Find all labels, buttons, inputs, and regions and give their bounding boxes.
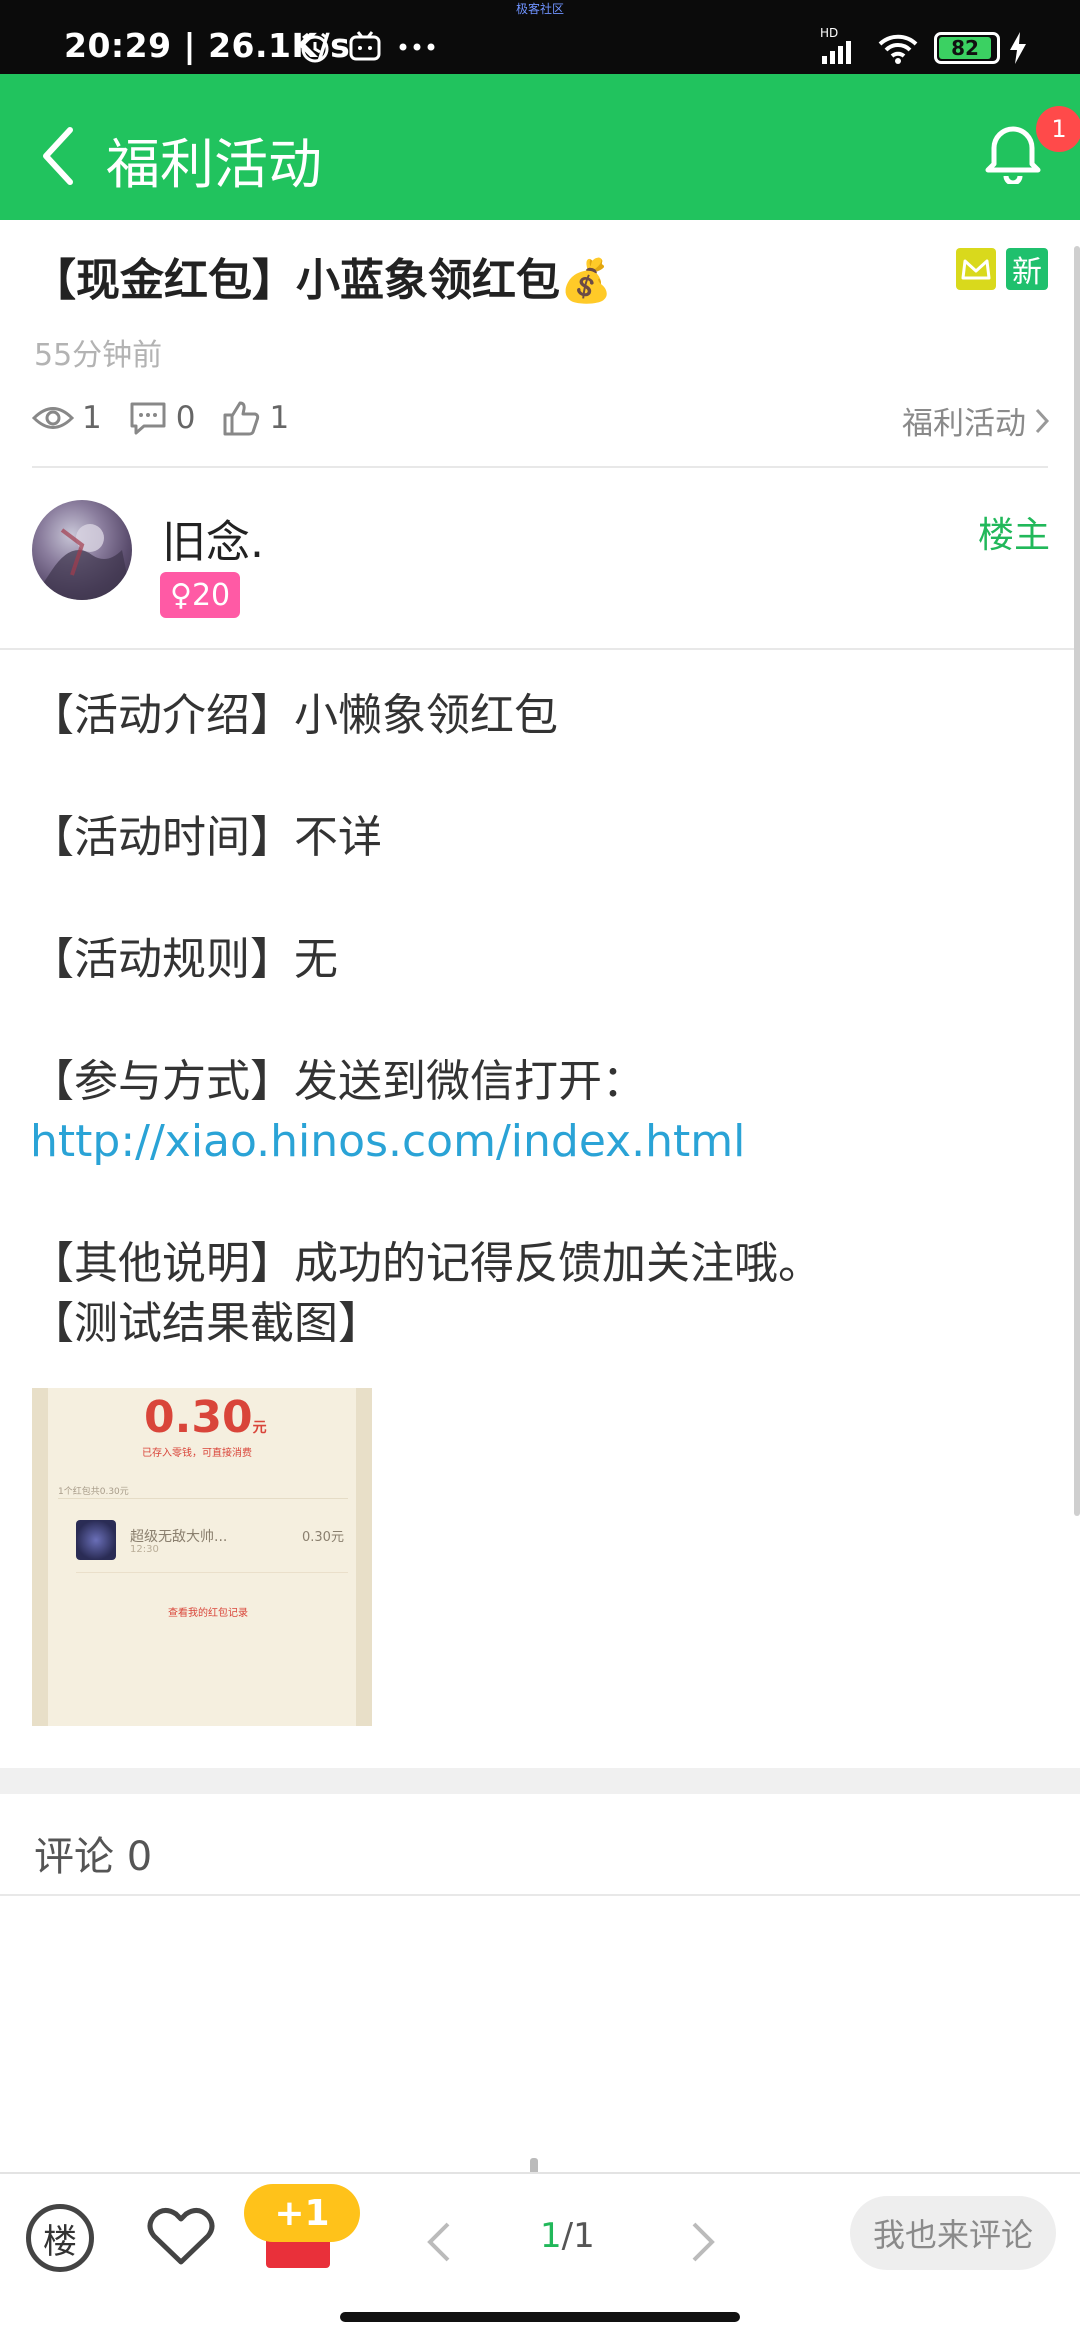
screenshot-value: 0.30元 (302, 1530, 344, 1545)
heart-icon[interactable] (146, 2204, 216, 2268)
content-time: 【活动时间】不详 (30, 812, 382, 863)
write-comment-button[interactable]: 我也来评论 (850, 2196, 1056, 2270)
content-screenshot-label: 【测试结果截图】 (30, 1298, 382, 1349)
divider (58, 1498, 348, 1499)
content-link[interactable]: http://xiao.hinos.com/index.html (30, 1112, 1050, 1172)
category-label: 福利活动 (902, 406, 1026, 442)
screenshot-time: 12:30 (130, 1544, 159, 1555)
owner-label: 楼主 (977, 515, 1050, 556)
divider (76, 1572, 348, 1573)
screenshot-avatar (76, 1520, 116, 1560)
views-count: 1 (82, 400, 102, 436)
views-stat: 1 (32, 400, 102, 436)
post-title: 【现金红包】小蓝象领红包💰 (32, 244, 612, 308)
screenshot-name: 超级无敌大帅... (130, 1529, 228, 1545)
notification-badge: 1 (1036, 106, 1080, 152)
result-screenshot-image[interactable]: 0.30元 已存入零钱，可直接消费 1个红包共0.30元 超级无敌大帅... 1… (32, 1388, 372, 1726)
chevron-right-icon[interactable] (690, 2220, 716, 2264)
chevron-right-icon (1035, 408, 1050, 433)
section-separator (0, 1768, 1080, 1794)
eye-icon (32, 407, 74, 429)
avatar[interactable] (32, 500, 132, 600)
home-indicator[interactable] (340, 2312, 740, 2322)
post-time: 55分钟前 (34, 338, 163, 373)
page-current: 1 (540, 2216, 562, 2256)
post-title-text: 【现金红包】小蓝象领红包 (32, 255, 560, 306)
status-tiny-label: 极客社区 (516, 2, 565, 16)
divider (0, 648, 1080, 650)
comment-bubble-icon (130, 402, 166, 435)
alarm-icon (301, 32, 329, 63)
more-dots-icon (399, 43, 435, 51)
page-total: /1 (561, 2216, 595, 2256)
bottom-action-bar: 楼 +1 1/1 我也来评论 (0, 2172, 1080, 2340)
floor-button[interactable]: 楼 (26, 2204, 94, 2272)
screenshot-amount: 0.30元 (144, 1392, 267, 1443)
content-rules: 【活动规则】无 (30, 934, 338, 985)
post-stats: 1 0 1 (32, 396, 315, 440)
crown-tag-icon (956, 248, 996, 290)
battery-icon: 82 (934, 32, 1000, 64)
page-indicator[interactable]: 1/1 (540, 2216, 595, 2256)
gender-level-badge: ♀20 (160, 572, 241, 618)
back-arrow-icon[interactable] (38, 126, 78, 186)
signal-icon (822, 41, 851, 64)
category-link[interactable]: 福利活动 (902, 398, 1050, 443)
likes-stat[interactable]: 1 (221, 399, 289, 437)
divider (32, 466, 1048, 468)
comments-stat: 0 (128, 400, 196, 436)
plus-one-label: +1 (244, 2184, 360, 2242)
likes-count: 1 (269, 400, 290, 436)
status-bar: 极客社区 20:29 | 26.1K/s HD 82 (0, 0, 1080, 74)
divider (0, 1894, 1080, 1896)
comments-title: 评论 0 (34, 1834, 153, 1880)
screenshot-count: 1个红包共0.30元 (58, 1487, 129, 1497)
screenshot-sub: 已存入零钱，可直接消费 (142, 1448, 252, 1459)
page-title: 福利活动 (106, 133, 322, 196)
wifi-icon (878, 34, 918, 64)
bilibili-icon (349, 31, 381, 61)
battery-level: 82 (939, 37, 991, 59)
scrollbar[interactable] (1074, 246, 1080, 1516)
author-name[interactable]: 旧念. (162, 506, 264, 570)
app-header: 福利活动 1 (0, 74, 1080, 220)
new-tag: 新 (1006, 248, 1048, 290)
content-other: 【其他说明】成功的记得反馈加关注哦。 (30, 1238, 822, 1289)
content-method: 【参与方式】发送到微信打开： (30, 1056, 646, 1107)
post-detail-page: 极客社区 20:29 | 26.1K/s HD 82 福利活动 1 【现金红包】… (0, 0, 1080, 2340)
post-content: 【活动介绍】小懒象领红包 【活动时间】不详 【活动规则】无 【参与方式】发送到微… (30, 686, 1050, 1354)
thumbs-up-icon[interactable] (221, 399, 261, 437)
screenshot-record-link: 查看我的红包记录 (168, 1608, 248, 1619)
charging-icon (1010, 32, 1026, 64)
plus-one-gift-button[interactable]: +1 (244, 2184, 360, 2280)
money-bag-icon: 💰 (560, 256, 613, 305)
content-intro: 【活动介绍】小懒象领红包 (30, 690, 558, 741)
chevron-left-icon[interactable] (426, 2220, 452, 2264)
screenshot-unit: 元 (252, 1420, 267, 1436)
comments-count: 0 (175, 400, 196, 436)
